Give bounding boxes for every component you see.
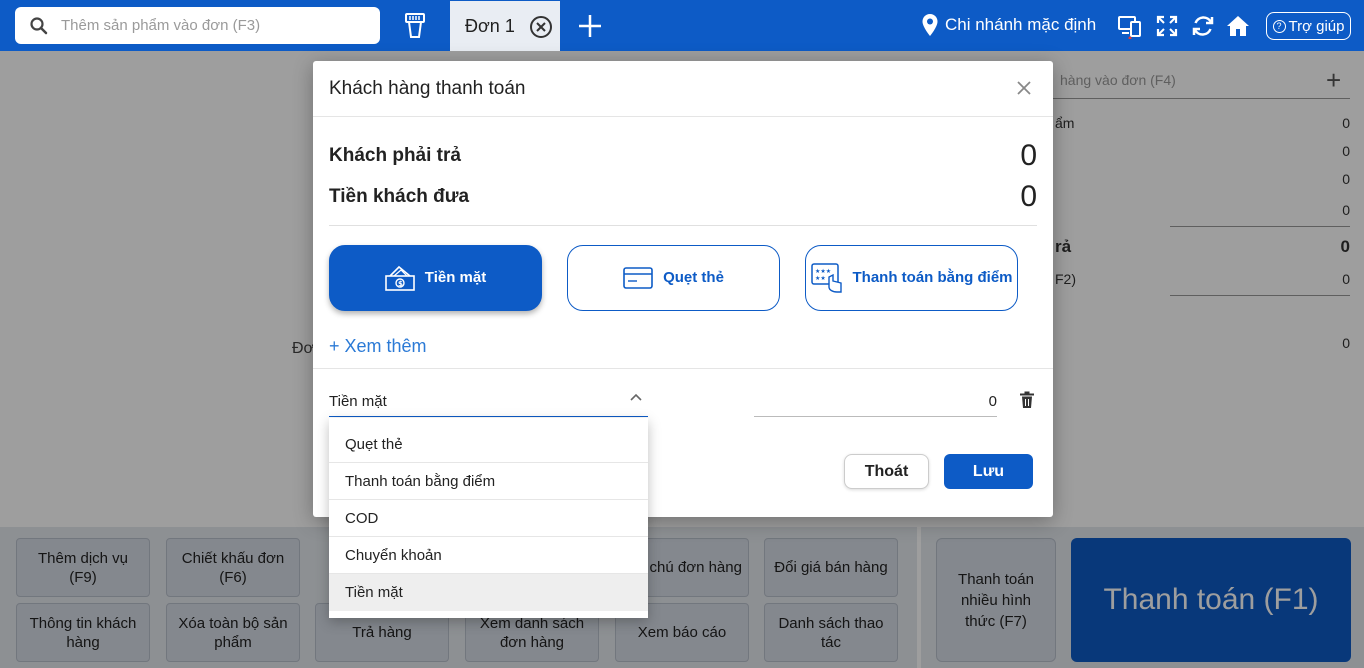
amount-given-value: 0	[1020, 180, 1037, 213]
payment-method-value: Tiền mặt	[329, 392, 387, 410]
payment-method-dropdown: Quẹt thẻ Thanh toán bằng điểm COD Chuyển…	[329, 418, 648, 618]
tab-order-1[interactable]: Đơn 1	[450, 1, 560, 51]
barcode-scanner-button[interactable]	[400, 10, 430, 42]
cash-icon: $	[384, 265, 415, 291]
location-pin-icon	[922, 14, 938, 36]
payment-amount-input[interactable]: 0	[754, 386, 997, 417]
exit-button[interactable]: Thoát	[844, 454, 929, 489]
card-method-label: Quẹt thẻ	[663, 269, 724, 286]
help-icon: ?	[1272, 19, 1286, 33]
dropdown-option-card[interactable]: Quẹt thẻ	[329, 426, 648, 463]
points-method-label: Thanh toán bằng điểm	[852, 269, 1013, 286]
amount-due-value: 0	[1020, 139, 1037, 172]
tab-label: Đơn 1	[465, 15, 515, 36]
svg-text:★★: ★★	[815, 275, 826, 282]
sync-icon	[1192, 16, 1214, 36]
product-search[interactable]	[15, 7, 380, 44]
svg-text:$: $	[398, 280, 403, 288]
amount-given-label: Tiền khách đưa	[329, 186, 470, 207]
help-button[interactable]: ? Trợ giúp	[1266, 12, 1351, 40]
dropdown-option-transfer[interactable]: Chuyển khoản	[329, 537, 648, 574]
divider	[313, 368, 1053, 369]
divider	[313, 116, 1053, 117]
points-method-button[interactable]: ★★★ ★★ Thanh toán bằng điểm	[805, 245, 1018, 311]
cash-method-label: Tiền mặt	[424, 269, 487, 286]
chevron-up-icon	[630, 393, 642, 401]
barcode-scanner-icon	[405, 13, 425, 38]
dropdown-option-cod[interactable]: COD	[329, 500, 648, 537]
home-icon	[1227, 16, 1249, 36]
dropdown-option-cash[interactable]: Tiền mặt	[329, 574, 648, 611]
delete-payment-button[interactable]	[1019, 391, 1035, 409]
svg-text:★★★: ★★★	[815, 268, 831, 275]
close-icon[interactable]	[530, 16, 552, 38]
add-tab-button[interactable]	[576, 12, 604, 40]
help-label: Trợ giúp	[1288, 17, 1345, 35]
search-icon	[30, 16, 48, 34]
devices-icon	[1118, 16, 1141, 39]
save-button[interactable]: Lưu	[944, 454, 1033, 489]
cash-method-button[interactable]: $ Tiền mặt	[329, 245, 542, 311]
trash-icon	[1020, 391, 1034, 408]
top-bar: Đơn 1 Chi nhánh mặc định ? Trợ giúp	[0, 0, 1364, 51]
payment-method-select[interactable]: Tiền mặt	[329, 386, 648, 417]
fullscreen-icon	[1156, 15, 1178, 37]
fullscreen-button[interactable]	[1154, 13, 1180, 39]
device-button[interactable]	[1117, 13, 1143, 39]
card-icon	[623, 267, 653, 289]
modal-close-button[interactable]	[1013, 77, 1035, 99]
see-more-link[interactable]: + Xem thêm	[329, 336, 427, 357]
branch-label: Chi nhánh mặc định	[945, 15, 1097, 34]
sync-button[interactable]	[1190, 13, 1216, 39]
card-method-button[interactable]: Quẹt thẻ	[567, 245, 780, 311]
divider	[329, 225, 1037, 226]
dropdown-option-points[interactable]: Thanh toán bằng điểm	[329, 463, 648, 500]
modal-title: Khách hàng thanh toán	[329, 78, 526, 99]
plus-icon	[579, 15, 601, 37]
close-icon	[1017, 81, 1031, 95]
home-button[interactable]	[1225, 13, 1251, 39]
product-search-input[interactable]	[61, 17, 361, 34]
points-icon: ★★★★★	[810, 263, 842, 293]
payment-amount-value: 0	[988, 392, 997, 410]
branch-selector[interactable]: Chi nhánh mặc định	[921, 13, 1096, 37]
amount-due-label: Khách phải trả	[329, 145, 461, 166]
